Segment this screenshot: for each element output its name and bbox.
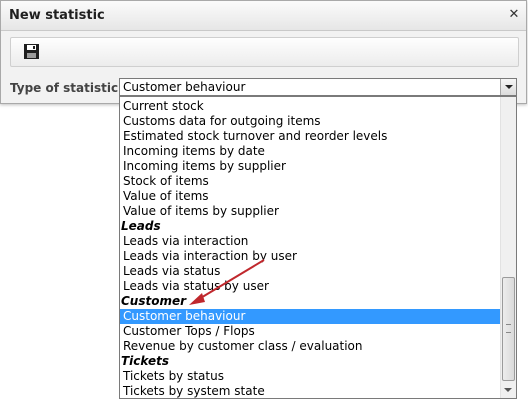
dropdown-option[interactable]: Customs data for outgoing items (120, 114, 501, 129)
statistic-type-dropdown-list: Tickets by system state Tickets by status… (119, 96, 517, 399)
dropdown-option[interactable]: Current stock (120, 99, 501, 114)
scroll-down-arrow-icon[interactable] (504, 388, 512, 392)
type-of-statistic-label: Type of statistic (10, 81, 119, 95)
selected-value: Customer behaviour (123, 80, 246, 94)
dropdown-option[interactable]: Leads via interaction (120, 234, 501, 249)
dropdown-option[interactable]: Incoming items by supplier (120, 159, 501, 174)
dropdown-option[interactable]: Leads via status (120, 264, 501, 279)
type-of-statistic-select[interactable]: Customer behaviour (119, 78, 517, 96)
dropdown-option[interactable]: Customer Tops / Flops (120, 324, 501, 339)
dropdown-option[interactable]: Leads via interaction by user (120, 249, 501, 264)
dropdown-option[interactable]: Value of items (120, 189, 501, 204)
dropdown-option[interactable]: Leads via status by user (120, 279, 501, 294)
option-group-header: Leads (121, 219, 161, 233)
option-group-header: Customer (121, 294, 187, 308)
floppy-disk-icon (24, 44, 39, 59)
dropdown-option[interactable]: Estimated stock turnover and reorder lev… (120, 129, 501, 144)
dropdown-option[interactable]: Incoming items by date (120, 144, 501, 159)
dropdown-option[interactable]: Revenue by customer class / evaluation (120, 339, 501, 354)
close-icon[interactable]: ✕ (506, 7, 522, 23)
dialog-title: New statistic (9, 8, 105, 23)
dropdown-arrow-icon[interactable] (500, 79, 516, 95)
dropdown-option[interactable]: Value of items by supplier (120, 204, 501, 219)
dropdown-option[interactable]: Tickets by status (120, 369, 501, 384)
save-button[interactable] (23, 43, 40, 60)
dialog-toolbar (10, 37, 519, 67)
dropdown-option[interactable]: Tickets by system state (120, 384, 501, 398)
option-group-header: Tickets (121, 354, 169, 368)
scrollbar-thumb[interactable] (502, 277, 515, 381)
dialog-titlebar: New statistic ✕ (1, 1, 526, 31)
dropdown-scrollbar[interactable] (500, 97, 516, 398)
dropdown-option-selected[interactable]: Customer behaviour (120, 309, 501, 324)
dropdown-option[interactable]: Stock of items (120, 174, 501, 189)
